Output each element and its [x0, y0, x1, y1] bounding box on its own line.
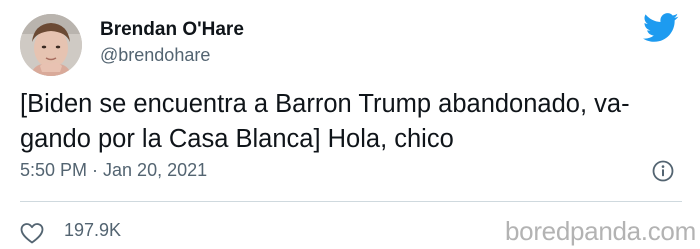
avatar[interactable]: [20, 14, 82, 76]
heart-icon[interactable]: [20, 222, 44, 244]
author-name[interactable]: Brendan O'Hare: [100, 19, 244, 41]
divider: [20, 201, 682, 202]
tweet-text: [Biden se encuentra a Barron Trump aband…: [20, 90, 630, 153]
tweet-timestamp[interactable]: 5:50 PM · Jan 20, 2021: [20, 160, 207, 181]
twitter-bird-icon[interactable]: [643, 12, 679, 44]
info-icon[interactable]: [652, 160, 674, 182]
like-count[interactable]: 197.9K: [64, 220, 121, 241]
author-handle[interactable]: @brendohare: [100, 45, 210, 66]
watermark: boredpanda.com: [505, 216, 696, 246]
avatar-image: [20, 14, 82, 76]
